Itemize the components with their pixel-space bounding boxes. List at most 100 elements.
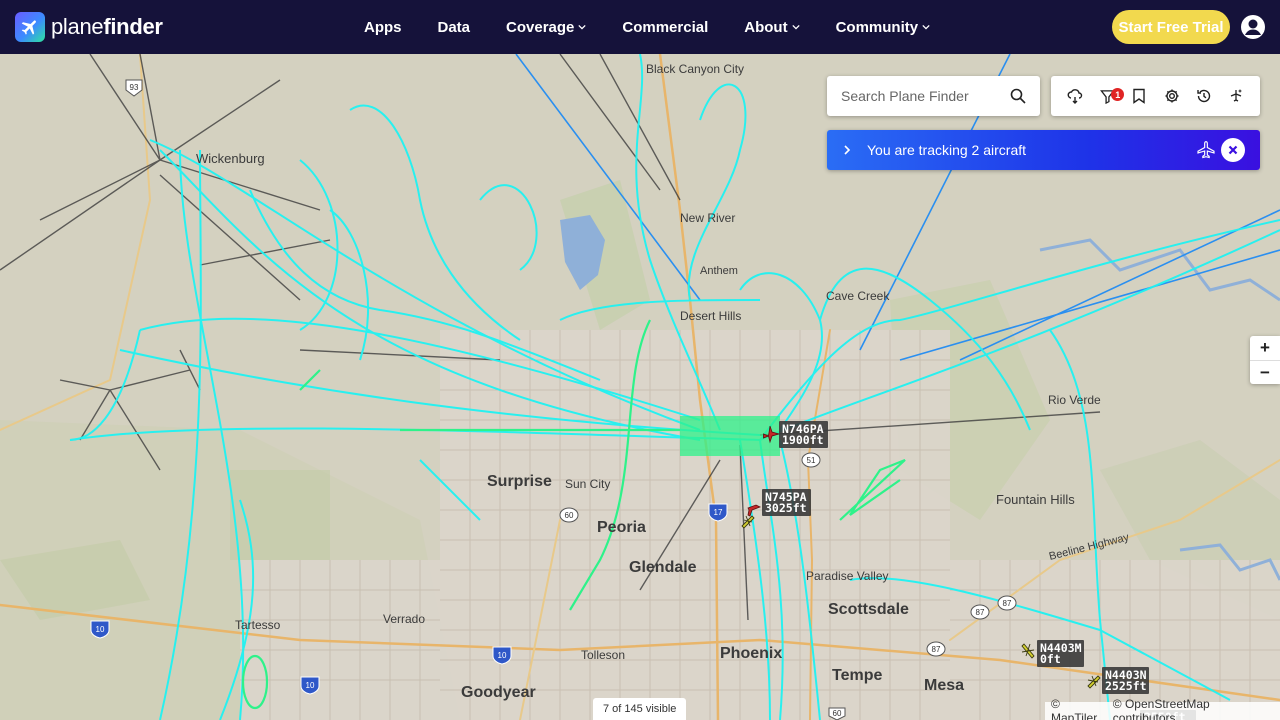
start-free-trial-button[interactable]: Start Free Trial (1112, 10, 1230, 44)
label-surprise: Surprise (487, 473, 552, 490)
zoom-in-button[interactable]: + (1250, 336, 1280, 360)
zoom-out-button[interactable]: − (1250, 360, 1280, 384)
top-navigation-bar: planefinder Apps Data Coverage Commercia… (0, 0, 1280, 54)
logo-plane-icon (15, 12, 45, 42)
nav-about[interactable]: About (744, 18, 800, 36)
shield-sr51: 51 (801, 452, 821, 468)
shield-i17-text: 17 (714, 508, 723, 517)
shield-sr87-c-text: 87 (932, 645, 941, 654)
logo-wordmark-light: plane (51, 14, 104, 39)
stop-tracking-button[interactable] (1221, 138, 1245, 162)
shield-sr87-a-text: 87 (976, 608, 985, 617)
aircraft-altitude: 1900ft (782, 433, 824, 447)
label-tolleson: Tolleson (581, 648, 625, 662)
osm-attribution-link[interactable]: © OpenStreetMap contributors (1113, 697, 1274, 720)
shield-us93-text: 93 (130, 83, 139, 92)
label-cave-creek: Cave Creek (826, 289, 890, 303)
logo-wordmark-bold: finder (103, 14, 163, 39)
label-wickenburg: Wickenburg (196, 151, 265, 166)
label-mesa: Mesa (924, 677, 964, 694)
nav-commercial[interactable]: Commercial (622, 19, 708, 36)
planefinder-logo[interactable]: planefinder (15, 12, 163, 42)
shield-us60-text: 60 (833, 709, 842, 718)
tracking-bar[interactable]: You are tracking 2 aircraft (827, 130, 1260, 170)
nav-community-label: Community (835, 18, 919, 36)
shield-i10-mid-text: 10 (498, 651, 507, 660)
label-glendale: Glendale (629, 559, 697, 576)
map-attribution: © MapTiler © OpenStreetMap contributors (1045, 697, 1280, 720)
label-scottsdale: Scottsdale (828, 601, 909, 618)
label-tartesso: Tartesso (235, 618, 281, 632)
shield-i10-west: 10 (90, 620, 110, 639)
aircraft-tag-n746pa: N746PA 1900ft (779, 421, 828, 448)
search-input[interactable] (841, 88, 1001, 104)
label-tempe: Tempe (832, 667, 882, 684)
close-icon (1228, 145, 1238, 155)
plane-icon (1197, 141, 1215, 159)
shield-sr87-b-text: 87 (1003, 599, 1012, 608)
shield-i10-sw-text: 10 (306, 681, 315, 690)
aircraft-altitude: 3025ft (765, 501, 807, 515)
chevron-right-icon[interactable] (842, 145, 852, 155)
settings-button[interactable] (1160, 84, 1184, 108)
nav-coverage[interactable]: Coverage (506, 18, 587, 36)
label-phoenix: Phoenix (720, 645, 782, 662)
label-new-river: New River (680, 211, 735, 225)
shield-i10-mid: 10 (492, 646, 512, 665)
nav-community[interactable]: Community (836, 19, 931, 36)
label-goodyear: Goodyear (461, 684, 536, 701)
filter-count-badge: 1 (1111, 88, 1125, 101)
nav-apps[interactable]: Apps (364, 19, 402, 36)
tracking-text: You are tracking 2 aircraft (867, 142, 1027, 158)
label-sun-city: Sun City (565, 477, 610, 491)
shield-sr51-text: 51 (807, 456, 816, 465)
map-toolbar: 1 (1051, 76, 1260, 116)
aircraft-altitude: 2525ft (1105, 679, 1147, 693)
nav-commercial-label: Commercial (622, 18, 709, 36)
visible-aircraft-count: 7 of 145 visible (593, 698, 687, 720)
shield-sr87-a: 87 (970, 604, 990, 620)
nav-apps-label: Apps (364, 18, 402, 36)
nav-coverage-label: Coverage (506, 18, 575, 36)
shield-i17: 17 (708, 503, 728, 522)
logo-wordmark: planefinder (51, 14, 163, 40)
account-icon[interactable] (1240, 14, 1266, 40)
tracked-aircraft-button[interactable] (1224, 84, 1248, 108)
weather-icon (1067, 89, 1083, 104)
label-paradise-valley: Paradise Valley (806, 569, 889, 583)
shield-sr87-b: 87 (997, 595, 1017, 611)
bookmark-icon (1133, 88, 1146, 104)
history-button[interactable] (1192, 84, 1216, 108)
aircraft-tag-n4403m: N4403M 0ft (1037, 640, 1084, 667)
aircraft-altitude: 0ft (1040, 652, 1061, 666)
shield-i10-west-text: 10 (96, 625, 105, 634)
tracked-aircraft-icon (1230, 89, 1242, 102)
label-anthem: Anthem (700, 265, 738, 277)
label-fountain-hills: Fountain Hills (996, 492, 1075, 507)
label-black-canyon-city: Black Canyon City (646, 62, 744, 76)
filter-button[interactable]: 1 (1095, 84, 1125, 108)
shield-sr87-c: 87 (926, 641, 946, 657)
chevron-down-icon (922, 24, 930, 30)
shield-i10-sw: 10 (300, 676, 320, 695)
search-icon[interactable] (1010, 88, 1026, 104)
aircraft-tag-n745pa: N745PA 3025ft (762, 489, 811, 516)
nav-data-label: Data (437, 18, 471, 36)
aircraft-tag-n4403n: N4403N 2525ft (1102, 667, 1149, 694)
settings-icon (1165, 89, 1179, 103)
nav-about-label: About (744, 18, 788, 36)
label-rio-verde: Rio Verde (1048, 393, 1101, 407)
chevron-down-icon (578, 24, 587, 30)
bookmark-button[interactable] (1127, 84, 1151, 108)
main-menu: Apps Data Coverage Commercial About Comm… (364, 0, 966, 54)
nav-data[interactable]: Data (438, 19, 471, 36)
search-box (827, 76, 1040, 116)
weather-button[interactable] (1063, 84, 1087, 108)
label-verrado: Verrado (383, 612, 425, 626)
maptiler-attribution-link[interactable]: © MapTiler (1051, 697, 1109, 720)
chevron-down-icon (791, 24, 800, 30)
label-peoria: Peoria (597, 519, 646, 536)
shield-sr60: 60 (559, 507, 579, 523)
shield-sr60-text: 60 (565, 511, 574, 520)
history-icon (1197, 89, 1210, 103)
